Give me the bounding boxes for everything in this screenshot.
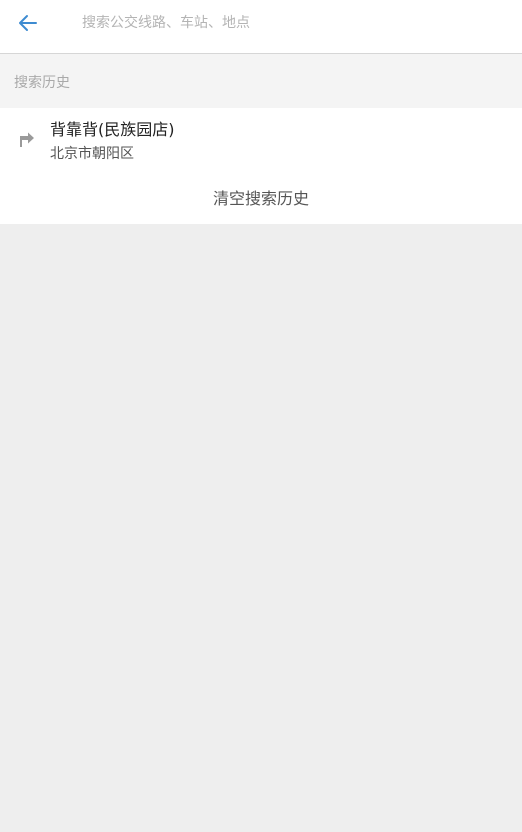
history-title: 搜索历史 — [14, 75, 70, 91]
clear-history-button[interactable]: 清空搜索历史 — [0, 170, 522, 224]
search-input[interactable] — [72, 8, 512, 38]
history-item[interactable]: 背靠背(民族园店) 北京市朝阳区 — [0, 108, 522, 170]
turn-arrow-icon — [20, 132, 34, 147]
history-item-name: 背靠背(民族园店) — [50, 120, 175, 139]
history-section-header: 搜索历史 — [0, 54, 522, 108]
history-item-area: 北京市朝阳区 — [50, 146, 134, 162]
arrow-left-icon — [19, 15, 37, 31]
history-list: 背靠背(民族园店) 北京市朝阳区 清空搜索历史 — [0, 108, 522, 224]
search-header — [0, 0, 522, 54]
back-button[interactable] — [10, 8, 46, 38]
